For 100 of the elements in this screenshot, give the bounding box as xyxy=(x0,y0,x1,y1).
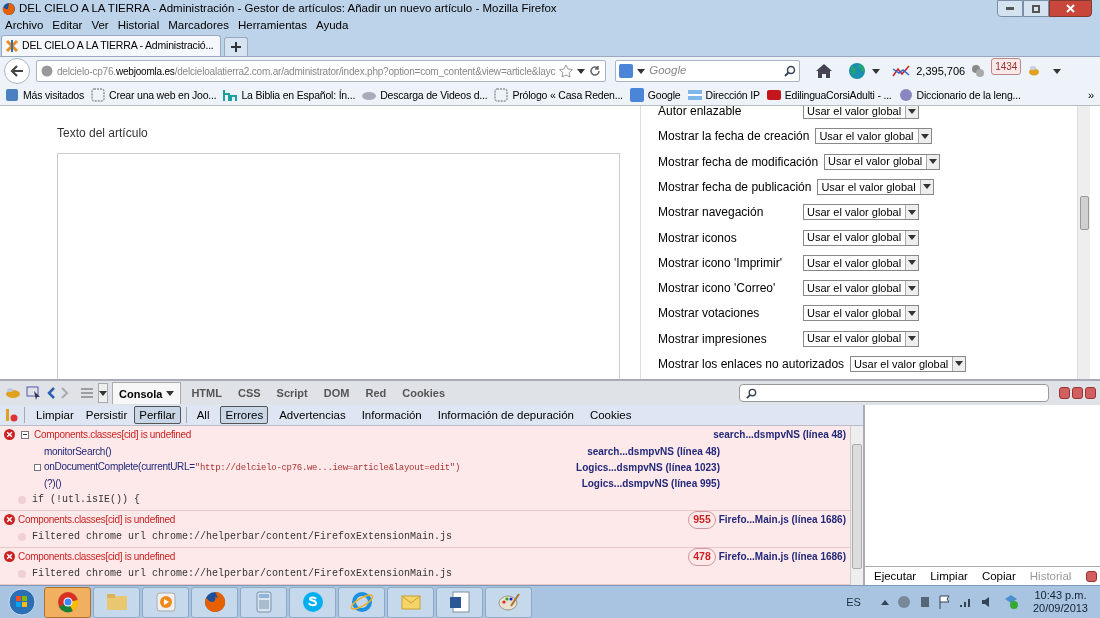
bookmark[interactable]: Prólogo « Casa Reden... xyxy=(493,87,623,104)
command-button[interactable]: Ejecutar xyxy=(874,567,917,585)
option-select[interactable]: Usar el valor global xyxy=(824,153,941,170)
close-button[interactable] xyxy=(1086,570,1097,582)
filter-tab[interactable]: Cookies xyxy=(584,406,637,425)
console-search-field[interactable] xyxy=(739,384,1049,403)
menu-item[interactable]: Editar xyxy=(52,17,83,35)
signal-icon[interactable] xyxy=(958,596,973,609)
scrollbar[interactable] xyxy=(1078,106,1090,380)
caret-icon xyxy=(920,133,929,139)
filter-tab[interactable]: Advertencias xyxy=(274,406,351,425)
panel-tab[interactable]: Cookies xyxy=(396,382,451,405)
panel-tab[interactable]: Consola xyxy=(112,382,182,405)
close-button[interactable] xyxy=(1085,387,1096,400)
menu-item[interactable]: Marcadores xyxy=(168,17,229,35)
minimize-button[interactable] xyxy=(997,0,1023,17)
detach-button[interactable] xyxy=(1072,387,1083,400)
bookmark[interactable]: Descarga de Videos d... xyxy=(361,87,488,104)
window-title: DEL CIELO A LA TIERRA - Administración - Gestor de artículos: Añadir un nuevo artículo - Mozilla Firefox xyxy=(19,1,557,17)
console-action[interactable]: Persistir xyxy=(80,406,133,425)
filter-tab[interactable]: Información xyxy=(356,406,427,425)
filter-tab[interactable]: Información de depuración xyxy=(432,406,579,425)
language-indicator[interactable]: ES xyxy=(846,593,861,611)
command-button[interactable]: Copiar xyxy=(981,567,1016,585)
scrollbar[interactable] xyxy=(850,426,863,586)
option-select[interactable]: Usar el valor global xyxy=(850,356,967,372)
bookmark[interactable]: Más visitados xyxy=(4,87,84,104)
bookmark[interactable]: Dirección IP xyxy=(686,87,760,104)
chrome-icon xyxy=(55,590,80,615)
close-button[interactable] xyxy=(1049,0,1092,17)
show-hidden-icon[interactable] xyxy=(880,599,889,606)
panel-tab[interactable]: Red xyxy=(359,382,393,405)
bookmark[interactable]: Diccionario de la leng... xyxy=(897,87,1021,104)
menu-item[interactable]: Ver xyxy=(91,17,109,35)
clock-time[interactable]: 10:43 p.m. xyxy=(1034,589,1087,603)
taskbar-app[interactable] xyxy=(436,586,483,618)
console-action[interactable]: Perfilar xyxy=(134,406,181,425)
bookmark[interactable]: Crear una web en Joo... xyxy=(90,87,217,104)
close-icon xyxy=(1066,4,1075,13)
menu-item[interactable]: Herramientas xyxy=(237,17,307,35)
source-link[interactable]: Logics...dsmpvNS (línea 995) xyxy=(581,475,720,491)
menu-item[interactable]: Archivo xyxy=(5,17,44,35)
taskbar-app[interactable] xyxy=(44,586,91,618)
option-select[interactable]: Usar el valor global xyxy=(803,305,920,322)
option-select[interactable]: Usar el valor global xyxy=(803,106,920,119)
star-icon xyxy=(559,64,574,79)
panel-tab[interactable]: Script xyxy=(270,382,314,405)
search-input[interactable]: Google xyxy=(649,62,765,80)
option-label: Autor enlazable xyxy=(658,106,743,120)
option-select[interactable]: Usar el valor global xyxy=(803,229,920,246)
bookmark[interactable]: EdilinguaCorsiAdulti - ... xyxy=(765,87,892,104)
bookmark[interactable]: Google xyxy=(628,87,681,104)
source-link[interactable]: Firefo...Main.js (línea 1686) xyxy=(718,549,846,565)
option-select[interactable]: Usar el valor global xyxy=(803,330,920,347)
clock-date[interactable]: 20/09/2013 xyxy=(1032,602,1088,616)
panel-tab[interactable]: HTML xyxy=(185,382,228,405)
panel-tab[interactable]: CSS xyxy=(231,382,267,405)
browser-tab[interactable]: DEL CIELO A LA TIERRA - Administració... xyxy=(1,34,221,56)
dropdown-button[interactable] xyxy=(98,383,108,404)
option-select[interactable]: Usar el valor global xyxy=(803,254,920,271)
tray-icon[interactable] xyxy=(896,595,911,610)
option-label: Mostrar navegación xyxy=(658,204,765,222)
source-link[interactable]: search...dsmpvNS (línea 48) xyxy=(713,427,846,443)
bookmark[interactable]: La Biblia en Español: Ín... xyxy=(222,87,356,104)
firefox-icon xyxy=(202,590,227,615)
new-tab-button[interactable] xyxy=(223,36,248,56)
minimize-button[interactable] xyxy=(1059,387,1070,400)
source-link[interactable]: Firefo...Main.js (línea 1686) xyxy=(718,512,846,528)
home-icon[interactable] xyxy=(816,64,833,79)
error-icon xyxy=(4,551,15,563)
inspect-icon[interactable] xyxy=(26,386,42,401)
menu-item[interactable]: Ayuda xyxy=(315,17,349,35)
taskbar-app[interactable] xyxy=(191,586,238,618)
panel-tab[interactable]: DOM xyxy=(317,382,356,405)
filter-tab[interactable]: Errores xyxy=(220,406,269,425)
option-select[interactable]: Usar el valor global xyxy=(803,204,920,221)
option-select[interactable]: Usar el valor global xyxy=(817,178,934,195)
option-select[interactable]: Usar el valor global xyxy=(803,280,920,297)
search-bar[interactable]: Google xyxy=(615,60,801,83)
option-label: Mostrar fecha de modificación xyxy=(658,153,819,171)
search-icon xyxy=(784,65,797,78)
caret-icon xyxy=(577,68,586,74)
command-button[interactable]: Limpiar xyxy=(930,567,968,585)
restore-button[interactable] xyxy=(1023,0,1049,17)
clear-console-icon[interactable] xyxy=(4,408,18,423)
back-button[interactable] xyxy=(4,58,30,85)
expand-toggle[interactable] xyxy=(34,463,41,471)
bookmark-icon xyxy=(4,87,20,104)
caret-icon xyxy=(1053,68,1062,74)
source-link[interactable]: search...dsmpvNS (línea 48) xyxy=(587,443,720,459)
search-engine-icon xyxy=(628,87,645,104)
option-select[interactable]: Usar el valor global xyxy=(815,128,932,145)
console-action[interactable]: Limpiar xyxy=(31,406,79,425)
filter-tab[interactable]: All xyxy=(191,406,215,425)
address-bar[interactable]: delcielo-cp76.webjoomla.es/delcieloalatierra2.com.ar/administrator/index.php?option=com_content&view=article&layc xyxy=(36,60,607,83)
source-link[interactable]: Logics...dsmpvNS (línea 1023) xyxy=(576,459,720,475)
collapse-toggle[interactable] xyxy=(21,430,29,439)
overflow-icon[interactable]: » xyxy=(1087,87,1094,104)
menu-item[interactable]: Historial xyxy=(117,17,160,35)
flag-icon[interactable] xyxy=(938,595,951,610)
